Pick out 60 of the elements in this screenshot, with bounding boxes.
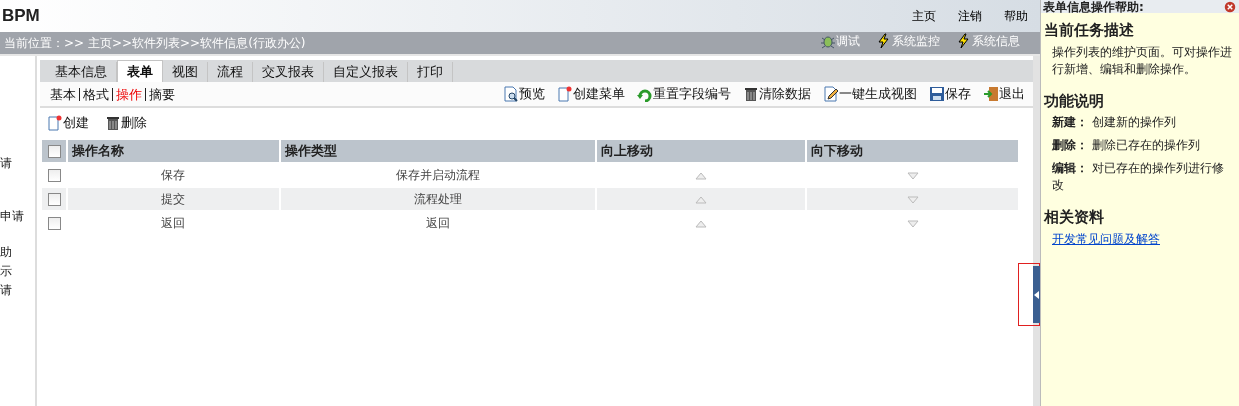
new-document-icon — [557, 86, 573, 102]
section-heading: 相关资料 — [1044, 207, 1105, 228]
section-heading: 功能说明 — [1044, 90, 1105, 112]
column-header: 向下移动 — [807, 140, 1018, 162]
new-document-icon — [47, 115, 63, 131]
table-cell: 流程处理 — [280, 188, 595, 210]
app-title: BPM — [2, 5, 40, 28]
breadcrumb: 当前位置：>> 主页>>软件列表>>软件信息(行政办公) — [4, 35, 306, 52]
checkbox[interactable] — [47, 193, 61, 206]
help-text: 操作列表的维护页面。可对操作进行新增、编辑和删除操作。 — [1051, 43, 1233, 78]
document-magnifier-icon — [503, 86, 519, 102]
toolbar-button[interactable]: 创建菜单 — [557, 84, 625, 104]
sidebar-text: 助 — [0, 244, 13, 261]
header-link[interactable]: 主页 — [912, 9, 936, 23]
action-button[interactable]: 删除 — [105, 113, 147, 133]
header-link[interactable]: 帮助 — [1004, 9, 1028, 23]
column-header: 操作类型 — [280, 140, 595, 162]
toolbar-button[interactable]: 重置字段编号 — [637, 84, 731, 104]
sidebar-text: 请 — [0, 155, 13, 172]
bug-icon — [820, 33, 836, 49]
checkbox[interactable] — [47, 217, 61, 230]
help-title: 表单信息操作帮助: — [1043, 1, 1144, 12]
table-cell-text: 保存并启动流程 — [394, 167, 481, 184]
door-arrow-icon — [983, 86, 999, 102]
trash-icon — [105, 115, 121, 131]
action-button[interactable]: 创建 — [47, 113, 89, 133]
lightning-icon — [876, 33, 892, 49]
subtab[interactable]: 操作 — [112, 87, 145, 101]
header-link[interactable]: 注销 — [958, 9, 982, 23]
section-heading: 当前任务描述 — [1044, 20, 1135, 41]
checkbox[interactable] — [47, 169, 61, 182]
help-text: 编辑： 对已存在的操作列进行修改 — [1051, 160, 1225, 194]
toolbar-button[interactable]: 退出 — [983, 84, 1025, 104]
table-cell-text: 返回 — [424, 215, 451, 232]
toolbar-button[interactable]: 保存 — [929, 84, 971, 104]
table-cell-text: 返回 — [160, 215, 187, 232]
toolbar-button[interactable]: 清除数据 — [743, 84, 811, 104]
sidebar-text: 申请 — [0, 208, 25, 225]
subtab[interactable]: 摘要 — [145, 87, 178, 101]
subtab[interactable]: 格式 — [79, 87, 112, 101]
help-text: 新建： 创建新的操作列 — [1051, 114, 1177, 131]
subtab[interactable]: 基本 — [50, 87, 79, 101]
column-header: 向上移动 — [596, 140, 806, 162]
column-header: 操作名称 — [68, 140, 279, 162]
sidebar-text: 示 — [0, 263, 13, 280]
help-link[interactable]: 开发常见问题及解答 — [1052, 231, 1160, 246]
tab[interactable]: 表单 — [117, 60, 163, 82]
table-cell-text: 保存 — [160, 167, 187, 184]
help-text: 删除： 删除已存在的操作列 — [1051, 137, 1201, 154]
close-icon[interactable] — [1224, 0, 1236, 13]
toolbar-button[interactable]: 预览 — [503, 84, 545, 104]
toolbar-button[interactable]: 一键生成视图 — [823, 84, 917, 104]
checkbox[interactable] — [47, 145, 61, 159]
pencil-document-icon — [823, 86, 839, 102]
trash-icon — [743, 86, 759, 102]
left-arrow-icon — [1034, 290, 1039, 299]
lightning-icon — [956, 33, 972, 49]
sidebar-text: 请 — [0, 282, 13, 299]
table-cell: 提交 — [68, 188, 279, 210]
collapse-button[interactable] — [1033, 266, 1040, 323]
